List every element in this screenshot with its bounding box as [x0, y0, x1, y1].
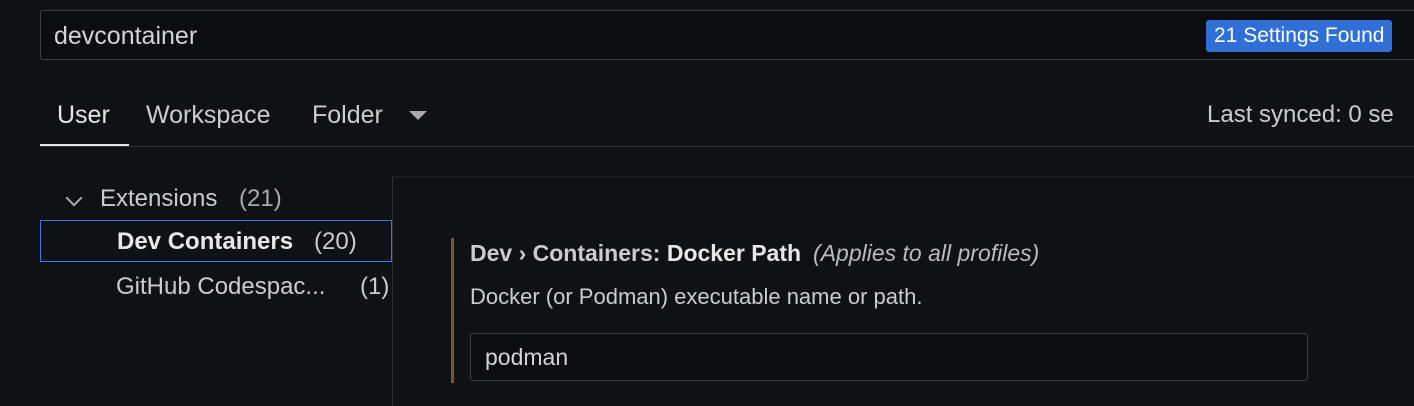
- tree-item-count: (21): [239, 185, 282, 212]
- tree-item-label: Extensions: [100, 185, 218, 212]
- tree-item-label: Dev Containers: [117, 228, 294, 255]
- settings-editor: 21 Settings Found User Workspace Folder …: [0, 0, 1414, 406]
- tree-item-github-codespaces[interactable]: GitHub Codespac... (1): [40, 266, 392, 308]
- setting-scope-note: (Applies to all profiles): [813, 240, 1040, 266]
- tab-user[interactable]: User: [57, 95, 110, 145]
- last-synced-status: Last synced: 0 se: [1207, 101, 1394, 128]
- tree-item-count: (20): [314, 228, 357, 255]
- docker-path-input[interactable]: [470, 333, 1308, 381]
- tree-item-extensions[interactable]: Extensions (21): [40, 178, 392, 220]
- setting-description: Docker (or Podman) executable name or pa…: [470, 284, 923, 309]
- setting-title: Dev › Containers: Docker Path (Applies to…: [470, 238, 1039, 268]
- tab-folder[interactable]: Folder: [312, 95, 383, 145]
- tabs-divider: [40, 146, 1414, 147]
- settings-search-input[interactable]: [54, 11, 1154, 61]
- settings-toc-tree: Extensions (21) Dev Containers (20) GitH…: [40, 178, 392, 406]
- tree-item-dev-containers[interactable]: Dev Containers (20): [40, 220, 392, 262]
- settings-list: Dev › Containers: Docker Path (Applies to…: [392, 176, 1414, 406]
- tree-item-label: GitHub Codespac...: [116, 273, 326, 300]
- results-count-badge: 21 Settings Found: [1206, 20, 1393, 52]
- setting-name: Docker Path: [666, 240, 802, 266]
- tab-workspace[interactable]: Workspace: [146, 95, 271, 145]
- scope-tabs: User Workspace Folder Last synced: 0 se: [40, 95, 1414, 147]
- settings-search-box[interactable]: 21 Settings Found: [40, 10, 1414, 61]
- setting-category: Dev › Containers:: [470, 240, 667, 266]
- tree-item-count: (1): [360, 273, 390, 300]
- setting-item-docker-path: Dev › Containers: Docker Path (Applies to…: [451, 238, 1394, 383]
- chevron-down-icon[interactable]: [65, 189, 83, 207]
- chevron-down-icon[interactable]: [409, 111, 427, 120]
